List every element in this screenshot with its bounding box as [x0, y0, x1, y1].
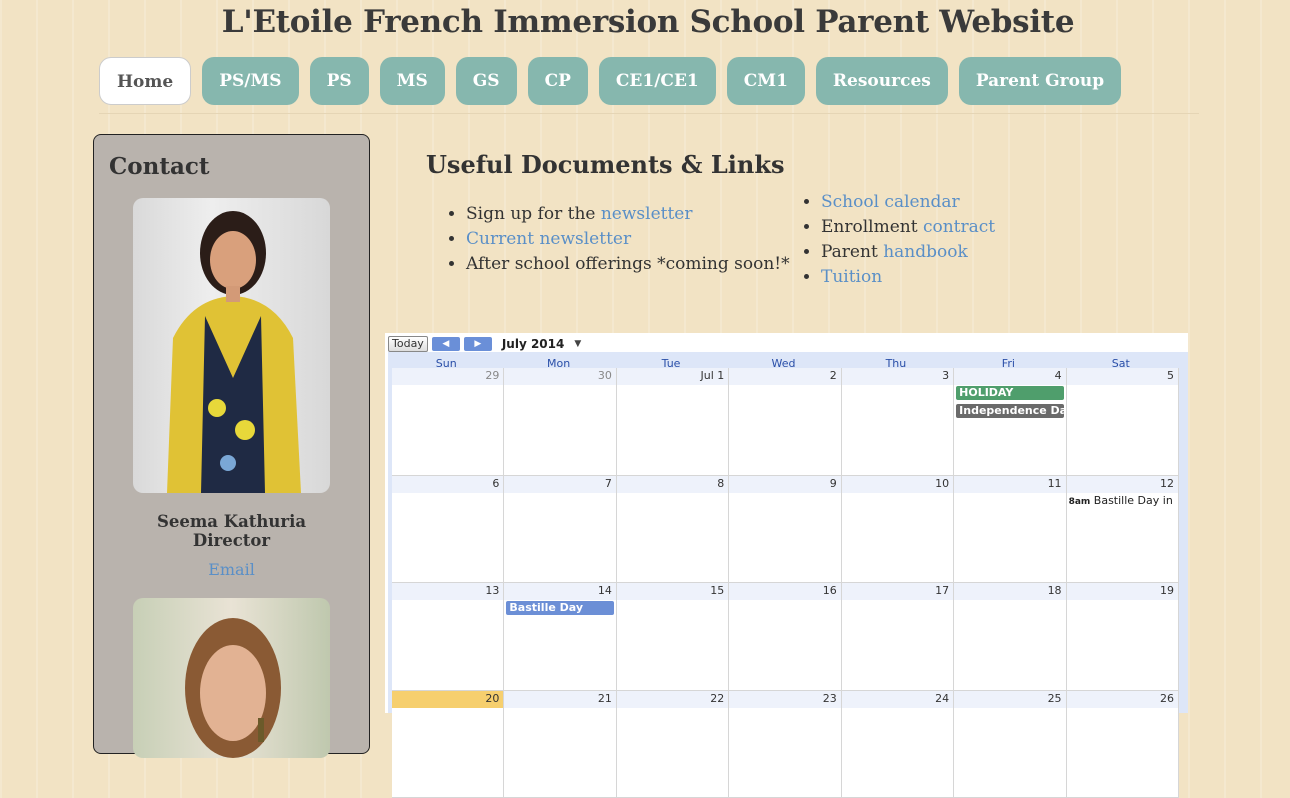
calendar-day[interactable]: 18: [954, 583, 1066, 691]
contact-sidebar: Contact Seema Kathuria Director Email: [93, 134, 370, 754]
list-item: School calendar: [821, 190, 995, 215]
documents-list-right: School calendar Enrollment contract Pare…: [801, 190, 995, 290]
calendar-day[interactable]: 22: [617, 691, 729, 798]
calendar-day[interactable]: 6: [392, 476, 504, 584]
calendar-day[interactable]: 13: [392, 583, 504, 691]
calendar-day[interactable]: 5: [1067, 368, 1179, 476]
nav-ps-ms[interactable]: PS/MS: [202, 57, 298, 105]
newsletter-signup-link[interactable]: newsletter: [601, 204, 693, 224]
useful-links-heading: Useful Documents & Links: [426, 150, 785, 179]
calendar-day[interactable]: 21: [504, 691, 616, 798]
calendar-toolbar: Today ◀ ▶ July 2014 ▼: [388, 335, 581, 353]
list-item: Parent handbook: [821, 240, 995, 265]
nav-parent-group[interactable]: Parent Group: [959, 57, 1121, 105]
calendar-day[interactable]: 10: [842, 476, 954, 584]
today-button[interactable]: Today: [388, 336, 428, 352]
main-nav: Home PS/MS PS MS GS CP CE1/CE1 CM1 Resou…: [99, 57, 1121, 105]
contact-photo-2: [133, 598, 330, 758]
calendar-day[interactable]: 25: [954, 691, 1066, 798]
contact-email-link[interactable]: Email: [94, 560, 369, 579]
current-newsletter-link[interactable]: Current newsletter: [466, 229, 631, 249]
nav-resources[interactable]: Resources: [816, 57, 948, 105]
calendar-day[interactable]: 12 8am Bastille Day in: [1067, 476, 1179, 584]
site-title: L'Etoile French Immersion School Parent …: [0, 4, 1290, 40]
nav-cm1[interactable]: CM1: [727, 57, 805, 105]
calendar-day[interactable]: 11: [954, 476, 1066, 584]
sidebar-heading: Contact: [109, 153, 210, 180]
calendar-day[interactable]: 30: [504, 368, 616, 476]
independence-day-event[interactable]: Independence Day: [956, 404, 1063, 418]
list-item: Sign up for the newsletter: [466, 202, 790, 227]
calendar-day[interactable]: 29: [392, 368, 504, 476]
nav-divider: [99, 113, 1199, 114]
calendar-day[interactable]: 15: [617, 583, 729, 691]
nav-ms[interactable]: MS: [380, 57, 445, 105]
calendar-day[interactable]: 9: [729, 476, 841, 584]
calendar-day[interactable]: 17: [842, 583, 954, 691]
parent-handbook-link[interactable]: handbook: [883, 242, 968, 262]
calendar-day[interactable]: 3: [842, 368, 954, 476]
list-item: Current newsletter: [466, 227, 790, 252]
month-label: July 2014: [502, 337, 565, 351]
documents-list-left: Sign up for the newsletter Current newsl…: [446, 202, 790, 277]
contact-name: Seema Kathuria: [94, 512, 369, 531]
nav-cp[interactable]: CP: [528, 57, 588, 105]
calendar-day[interactable]: 24: [842, 691, 954, 798]
calendar-day[interactable]: 19: [1067, 583, 1179, 691]
nav-ce1[interactable]: CE1/CE1: [599, 57, 716, 105]
school-calendar-link[interactable]: School calendar: [821, 192, 960, 212]
nav-ps[interactable]: PS: [310, 57, 369, 105]
calendar-day[interactable]: 14 Bastille Day: [504, 583, 616, 691]
nav-gs[interactable]: GS: [456, 57, 517, 105]
calendar-day[interactable]: Jul 1: [617, 368, 729, 476]
tuition-link[interactable]: Tuition: [821, 267, 882, 287]
calendar-day[interactable]: 7: [504, 476, 616, 584]
calendar-day[interactable]: 4 HOLIDAY Independence Day: [954, 368, 1066, 476]
calendar-day[interactable]: 23: [729, 691, 841, 798]
calendar-day-today[interactable]: 20: [392, 691, 504, 798]
calendar-day[interactable]: 2: [729, 368, 841, 476]
calendar-day[interactable]: 8: [617, 476, 729, 584]
bastille-day-event[interactable]: Bastille Day: [506, 601, 613, 615]
dropdown-arrow-icon[interactable]: ▼: [574, 339, 581, 349]
bastille-day-in-event[interactable]: 8am Bastille Day in: [1069, 494, 1173, 507]
calendar-grid: 29 30 Jul 1 2 3 4 HOLIDAY Independence D…: [392, 368, 1179, 798]
calendar-day[interactable]: 16: [729, 583, 841, 691]
enrollment-contract-link[interactable]: contract: [923, 217, 995, 237]
nav-home[interactable]: Home: [99, 57, 191, 105]
prev-month-icon[interactable]: ◀: [432, 337, 460, 351]
contact-photo: [133, 198, 330, 493]
calendar-day[interactable]: 26: [1067, 691, 1179, 798]
calendar-widget: Today ◀ ▶ July 2014 ▼ Sun Mon Tue Wed Th…: [385, 333, 1188, 713]
list-item: After school offerings *coming soon!*: [466, 252, 790, 277]
list-item: Tuition: [821, 265, 995, 290]
next-month-icon[interactable]: ▶: [464, 337, 492, 351]
contact-role: Director: [94, 531, 369, 550]
list-item: Enrollment contract: [821, 215, 995, 240]
holiday-event[interactable]: HOLIDAY: [956, 386, 1063, 400]
